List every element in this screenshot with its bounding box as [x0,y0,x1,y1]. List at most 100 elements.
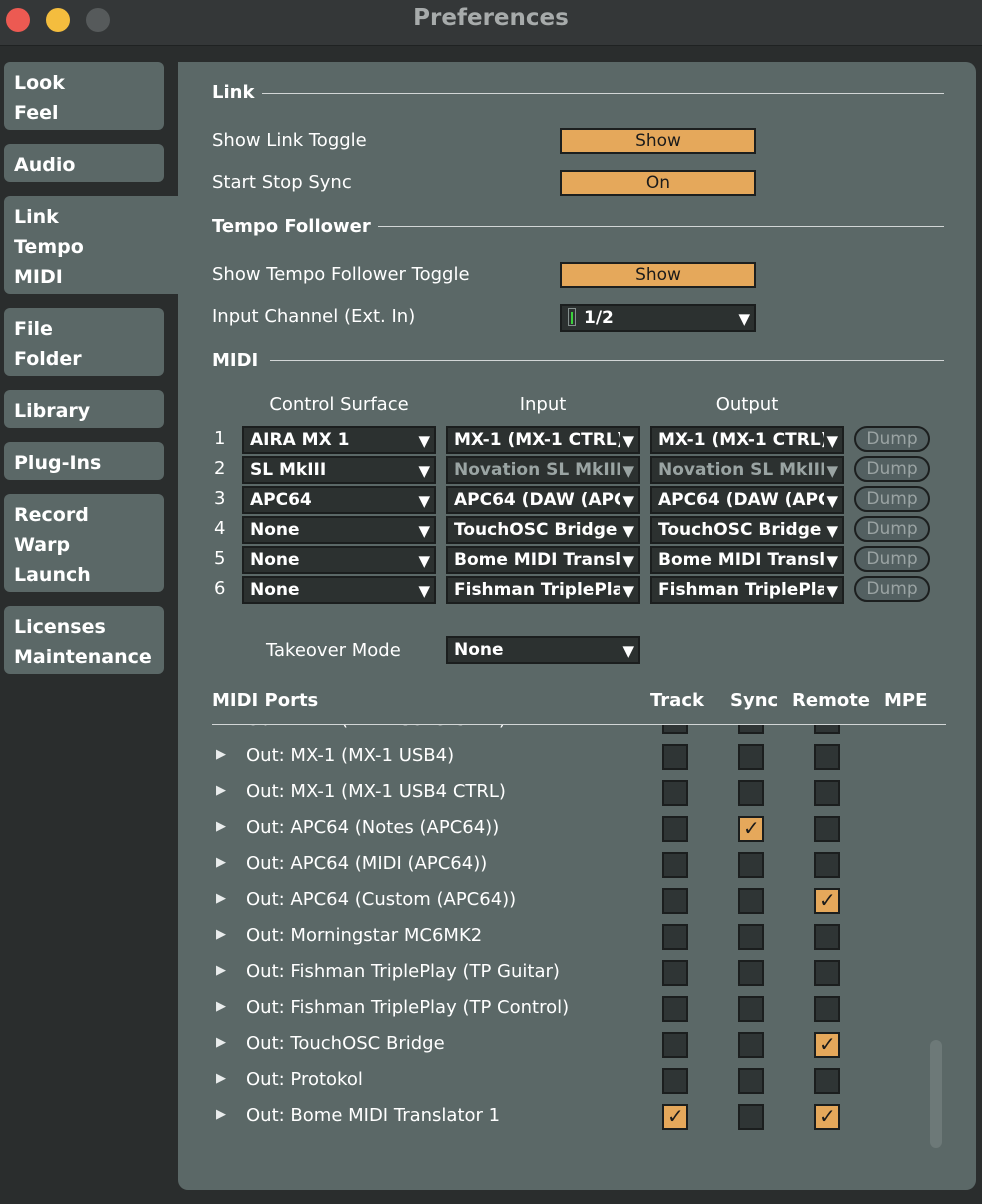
sync-checkbox[interactable] [738,888,764,914]
sync-checkbox[interactable] [738,1032,764,1058]
midi-input-dropdown[interactable]: MX-1 (MX-1 CTRL) ▼ [446,426,640,454]
sidebar-item-library[interactable]: Library [14,396,154,426]
port-row[interactable]: ▶ Out: Fishman TriplePlay (TP Control) [212,991,946,1027]
sync-checkbox[interactable] [738,1104,764,1130]
midi-output-dropdown[interactable]: Novation SL MkIII ▼ [650,456,844,484]
port-row[interactable]: ▶ Out: APC64 (Notes (APC64)) ✓ [212,811,946,847]
remote-checkbox[interactable] [814,816,840,842]
track-checkbox[interactable] [662,725,688,734]
expand-triangle-icon[interactable]: ▶ [216,963,226,978]
start-stop-sync-button[interactable]: On [560,170,756,196]
takeover-mode-dropdown[interactable]: None ▼ [446,636,640,664]
control-surface-dropdown[interactable]: None ▼ [242,546,436,574]
sidebar-item-feel[interactable]: Feel [14,98,154,128]
dump-button[interactable]: Dump [854,576,930,602]
input-channel-dropdown[interactable]: 1/2 ▼ [560,304,756,332]
expand-triangle-icon[interactable]: ▶ [216,1107,226,1122]
sidebar-group-library[interactable]: Library [4,390,164,428]
expand-triangle-icon[interactable]: ▶ [216,747,226,762]
track-checkbox[interactable]: ✓ [662,1104,688,1130]
ports-scrollbar[interactable] [930,1040,942,1148]
remote-checkbox[interactable] [814,996,840,1022]
track-checkbox[interactable] [662,852,688,878]
port-row[interactable]: ▶ Out: Fishman TriplePlay (TP Guitar) [212,955,946,991]
remote-checkbox[interactable] [814,780,840,806]
port-row[interactable]: ▶ Out: MX-1 (MX-1 USB4) [212,739,946,775]
expand-triangle-icon[interactable]: ▶ [216,725,226,726]
sync-checkbox[interactable] [738,725,764,734]
port-row[interactable]: ▶ Out: APC64 (MIDI (APC64)) [212,847,946,883]
midi-input-dropdown[interactable]: Fishman TriplePlay ▼ [446,576,640,604]
sync-checkbox[interactable] [738,960,764,986]
track-checkbox[interactable] [662,924,688,950]
control-surface-dropdown[interactable]: SL MkIII ▼ [242,456,436,484]
remote-checkbox[interactable] [814,924,840,950]
sidebar-item-launch[interactable]: Launch [14,560,154,590]
sidebar-item-warp[interactable]: Warp [14,530,154,560]
port-row[interactable]: ▶ Out: Protokol [212,1063,946,1099]
track-checkbox[interactable] [662,744,688,770]
sidebar-item-file[interactable]: File [14,314,154,344]
remote-checkbox[interactable]: ✓ [814,888,840,914]
midi-output-dropdown[interactable]: TouchOSC Bridge ▼ [650,516,844,544]
remote-checkbox[interactable] [814,960,840,986]
expand-triangle-icon[interactable]: ▶ [216,999,226,1014]
sidebar-item-licenses[interactable]: Licenses [14,612,154,642]
sidebar-item-midi[interactable]: MIDI [14,262,168,292]
sync-checkbox[interactable] [738,852,764,878]
port-row[interactable]: ▶ Out: Morningstar MC6MK2 [212,919,946,955]
expand-triangle-icon[interactable]: ▶ [216,927,226,942]
show-link-toggle-button[interactable]: Show [560,128,756,154]
sidebar-item-link[interactable]: Link [14,202,168,232]
midi-output-dropdown[interactable]: APC64 (DAW (APC64))▼ [650,486,844,514]
sidebar-item-tempo[interactable]: Tempo [14,232,168,262]
control-surface-dropdown[interactable]: AIRA MX 1 ▼ [242,426,436,454]
track-checkbox[interactable] [662,996,688,1022]
port-row[interactable]: ▶ Out: MX-1 (MX-1 USB4 CTRL) [212,775,946,811]
dump-button[interactable]: Dump [854,486,930,512]
dump-button[interactable]: Dump [854,426,930,452]
remote-checkbox[interactable]: ✓ [814,1104,840,1130]
port-row[interactable]: ▶ Out: Bome MIDI Translator 1 ✓ ✓ [212,1099,946,1135]
sidebar-item-maintenance[interactable]: Maintenance [14,642,154,672]
sidebar-group-record-warp-launch[interactable]: Record Warp Launch [4,494,164,592]
sidebar-item-look[interactable]: Look [14,68,154,98]
sidebar-group-licenses-maintenance[interactable]: Licenses Maintenance [4,606,164,674]
expand-triangle-icon[interactable]: ▶ [216,855,226,870]
sidebar-item-audio[interactable]: Audio [14,150,154,180]
midi-output-dropdown[interactable]: Fishman TriplePlay ▼ [650,576,844,604]
midi-output-dropdown[interactable]: MX-1 (MX-1 CTRL) ▼ [650,426,844,454]
expand-triangle-icon[interactable]: ▶ [216,783,226,798]
sync-checkbox[interactable] [738,744,764,770]
track-checkbox[interactable] [662,1068,688,1094]
sidebar-item-plugins[interactable]: Plug-Ins [14,448,154,478]
track-checkbox[interactable] [662,960,688,986]
port-row[interactable]: ▶ Out: TouchOSC Bridge ✓ [212,1027,946,1063]
sidebar-item-folder[interactable]: Folder [14,344,154,374]
dump-button[interactable]: Dump [854,546,930,572]
control-surface-dropdown[interactable]: APC64 ▼ [242,486,436,514]
sidebar-group-link-tempo-midi[interactable]: Link Tempo MIDI [4,196,178,294]
sync-checkbox[interactable]: ✓ [738,816,764,842]
midi-input-dropdown[interactable]: TouchOSC Bridge ▼ [446,516,640,544]
port-row[interactable]: ▶ Out: MX-1 (MX-1 USB3 CTRL) [212,725,946,739]
sync-checkbox[interactable] [738,1068,764,1094]
track-checkbox[interactable] [662,816,688,842]
sidebar-item-record[interactable]: Record [14,500,154,530]
dump-button[interactable]: Dump [854,456,930,482]
midi-output-dropdown[interactable]: Bome MIDI Translator 1▼ [650,546,844,574]
track-checkbox[interactable] [662,1032,688,1058]
sidebar-group-file-folder[interactable]: File Folder [4,308,164,376]
expand-triangle-icon[interactable]: ▶ [216,1071,226,1086]
sync-checkbox[interactable] [738,924,764,950]
show-tempo-follower-button[interactable]: Show [560,262,756,288]
dump-button[interactable]: Dump [854,516,930,542]
track-checkbox[interactable] [662,888,688,914]
remote-checkbox[interactable] [814,852,840,878]
sync-checkbox[interactable] [738,996,764,1022]
sync-checkbox[interactable] [738,780,764,806]
midi-ports-list[interactable]: ▶ Out: MX-1 (MX-1 USB3 CTRL) ▶ Out: MX-1 (M… [212,724,946,1154]
sidebar-group-plugins[interactable]: Plug-Ins [4,442,164,480]
expand-triangle-icon[interactable]: ▶ [216,819,226,834]
midi-input-dropdown[interactable]: Bome MIDI Translator 1▼ [446,546,640,574]
